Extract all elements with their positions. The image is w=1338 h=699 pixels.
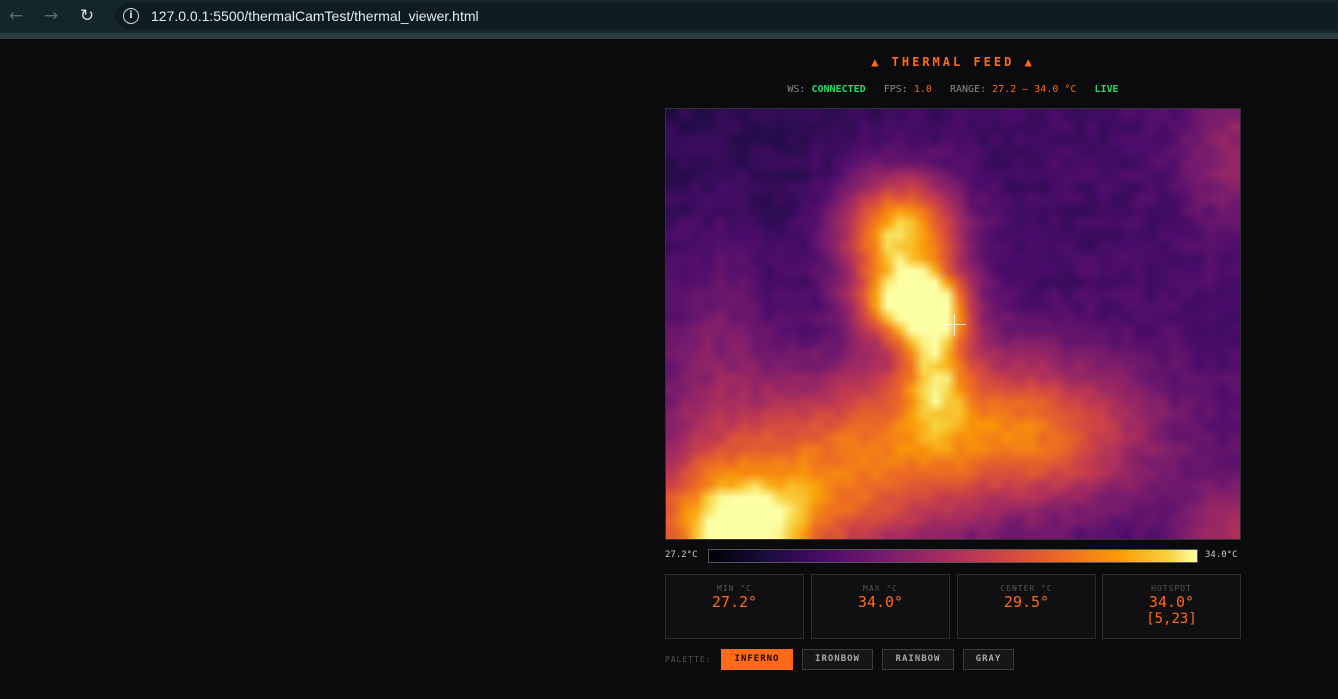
stat-value: 27.2° xyxy=(711,593,758,611)
scale-min-label: 27.2°C xyxy=(665,550,698,560)
stat-label: MAX °C xyxy=(863,584,898,593)
stat-value: 29.5° xyxy=(1003,593,1050,611)
stat-label: CENTER °C xyxy=(1000,584,1053,593)
hotspot-coords: [5,23] xyxy=(1146,611,1197,627)
crosshair-icon xyxy=(944,324,966,325)
ws-status: CONNECTED xyxy=(811,84,866,95)
browser-toolbar: ← → ↻ i 127.0.0.1:5500/thermalCamTest/th… xyxy=(0,0,1338,33)
arrow-right-icon[interactable]: → xyxy=(40,5,62,27)
stat-min: MIN °C 27.2° xyxy=(665,574,804,639)
status-line: WS: CONNECTED FPS: 1.0 RANGE: 27.2 – 34.… xyxy=(665,84,1241,95)
color-scale-bar xyxy=(708,549,1198,563)
palette-rainbow-button[interactable]: RAINBOW xyxy=(882,649,954,670)
scale-max-label: 34.0°C xyxy=(1205,550,1238,560)
palette-label: PALETTE: xyxy=(665,655,712,664)
url-text[interactable]: 127.0.0.1:5500/thermalCamTest/thermal_vi… xyxy=(151,7,479,25)
stat-value: 34.0° xyxy=(1148,593,1195,611)
stat-value: 34.0° xyxy=(857,593,904,611)
stat-max: MAX °C 34.0° xyxy=(811,574,950,639)
fps-label: FPS: xyxy=(883,84,908,95)
live-badge: LIVE xyxy=(1094,84,1119,95)
range-value: 27.2 – 34.0 °C xyxy=(992,84,1077,95)
thermal-feed xyxy=(665,108,1241,540)
info-icon[interactable]: i xyxy=(123,8,139,24)
reload-icon[interactable]: ↻ xyxy=(76,5,98,27)
palette-gray-button[interactable]: GRAY xyxy=(963,649,1014,670)
stat-label: HOTSPOT xyxy=(1151,584,1192,593)
address-bar[interactable]: i 127.0.0.1:5500/thermalCamTest/thermal_… xyxy=(115,3,1337,29)
stat-center: CENTER °C 29.5° xyxy=(957,574,1096,639)
palette-ironbow-button[interactable]: IRONBOW xyxy=(802,649,873,670)
browser-divider xyxy=(0,33,1338,39)
fps-value: 1.0 xyxy=(913,84,932,95)
stat-label: MIN °C xyxy=(717,584,752,593)
page-title: ▲ THERMAL FEED ▲ xyxy=(871,55,1035,69)
ws-label: WS: xyxy=(787,84,806,95)
crosshair-vertical xyxy=(954,314,955,336)
arrow-left-icon[interactable]: ← xyxy=(5,5,27,27)
palette-inferno-button[interactable]: INFERNO xyxy=(721,649,793,670)
stat-hotspot: HOTSPOT 34.0° [5,23] xyxy=(1102,574,1241,639)
range-label: RANGE: xyxy=(949,84,987,95)
